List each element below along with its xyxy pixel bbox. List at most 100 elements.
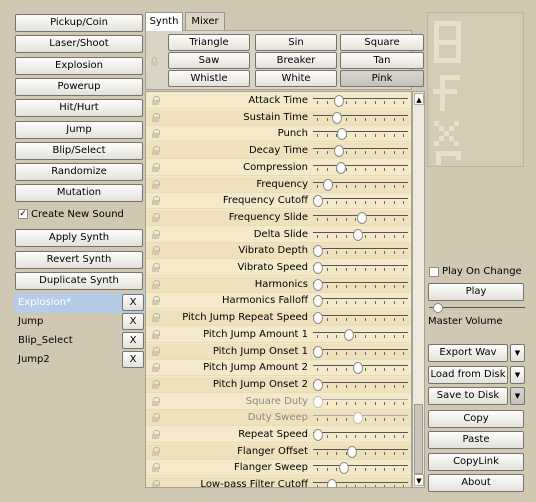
- close-icon[interactable]: X: [122, 294, 144, 311]
- slider-knob[interactable]: [323, 178, 334, 191]
- lock-icon[interactable]: [152, 112, 160, 122]
- lock-icon[interactable]: [152, 212, 160, 222]
- lock-icon[interactable]: [152, 346, 160, 356]
- laser-shoot-button[interactable]: Laser/Shoot: [15, 35, 143, 54]
- lock-icon[interactable]: [152, 146, 160, 156]
- apply-synth-button[interactable]: Apply Synth: [15, 229, 143, 247]
- slider-knob[interactable]: [357, 211, 368, 224]
- lock-icon[interactable]: [152, 396, 160, 406]
- slider-knob[interactable]: [313, 195, 323, 208]
- waveform-square-button[interactable]: Square: [340, 34, 424, 51]
- slider-knob[interactable]: [313, 262, 323, 274]
- history-item[interactable]: Jump2 X: [14, 350, 146, 370]
- close-icon[interactable]: X: [122, 313, 144, 330]
- param-slider[interactable]: [313, 245, 408, 258]
- slider-knob[interactable]: [352, 228, 363, 241]
- play-on-change-checkbox[interactable]: [429, 267, 439, 277]
- scroll-thumb[interactable]: [414, 404, 423, 474]
- param-slider[interactable]: [313, 345, 408, 358]
- jump-button[interactable]: Jump: [15, 120, 143, 139]
- copy-button[interactable]: Copy: [428, 410, 524, 428]
- lock-icon[interactable]: [152, 379, 160, 389]
- waveform-triangle-button[interactable]: Triangle: [168, 34, 250, 51]
- slider-knob[interactable]: [326, 479, 337, 487]
- lock-icon[interactable]: [152, 196, 160, 206]
- param-slider[interactable]: [313, 161, 408, 174]
- copylink-button[interactable]: CopyLink: [428, 452, 524, 471]
- lock-icon[interactable]: [152, 313, 160, 323]
- param-slider[interactable]: [313, 178, 408, 191]
- lock-icon[interactable]: [152, 96, 160, 105]
- lock-icon[interactable]: [152, 463, 160, 473]
- play-button[interactable]: Play: [428, 283, 524, 301]
- slider-knob[interactable]: [352, 362, 363, 375]
- load-from-disk-button[interactable]: Load from Disk: [428, 365, 508, 384]
- history-item[interactable]: Explosion* X: [14, 293, 146, 313]
- paste-button[interactable]: Paste: [428, 431, 524, 450]
- explosion-button[interactable]: Explosion: [15, 56, 143, 75]
- param-slider[interactable]: [313, 362, 408, 375]
- waveform-sin-button[interactable]: Sin: [255, 34, 337, 51]
- create-new-sound-checkbox[interactable]: ✓: [18, 209, 28, 219]
- slider-knob[interactable]: [334, 95, 345, 107]
- lock-icon[interactable]: [152, 162, 160, 172]
- waveform-whistle-button[interactable]: Whistle: [168, 70, 250, 87]
- param-slider[interactable]: [313, 445, 408, 458]
- mutation-button[interactable]: Mutation: [15, 184, 143, 203]
- slider-knob[interactable]: [339, 462, 350, 475]
- lock-icon[interactable]: [152, 279, 160, 289]
- lock-icon[interactable]: [152, 263, 160, 272]
- save-to-disk-button[interactable]: Save to Disk: [428, 387, 508, 405]
- param-slider[interactable]: [313, 262, 408, 274]
- param-slider[interactable]: [313, 95, 408, 107]
- randomize-button[interactable]: Randomize: [15, 163, 143, 182]
- slider-knob[interactable]: [313, 245, 323, 258]
- slider-knob[interactable]: [336, 128, 347, 141]
- param-slider[interactable]: [313, 228, 408, 241]
- lock-icon[interactable]: [152, 430, 160, 439]
- lock-icon[interactable]: [152, 179, 160, 189]
- slider-knob[interactable]: [334, 145, 345, 158]
- lock-icon[interactable]: [152, 480, 160, 487]
- slider-knob[interactable]: [313, 278, 323, 291]
- param-slider[interactable]: [313, 328, 408, 341]
- slider-knob[interactable]: [313, 345, 323, 358]
- tab-mixer[interactable]: Mixer: [185, 12, 225, 31]
- param-slider[interactable]: [313, 312, 408, 325]
- waveform-saw-button[interactable]: Saw: [168, 52, 250, 69]
- waveform-tan-button[interactable]: Tan: [340, 52, 424, 69]
- chevron-down-icon[interactable]: ▼: [510, 365, 525, 384]
- slider-knob[interactable]: [313, 312, 323, 325]
- lock-icon[interactable]: [152, 129, 160, 139]
- param-slider[interactable]: [313, 295, 408, 308]
- slider-knob[interactable]: [313, 429, 323, 441]
- param-slider[interactable]: [313, 479, 408, 487]
- param-slider[interactable]: [313, 195, 408, 208]
- slider-knob[interactable]: [331, 111, 342, 124]
- waveform-breaker-button[interactable]: Breaker: [255, 52, 337, 69]
- scroll-up-arrow-icon[interactable]: ▲: [414, 93, 424, 105]
- history-item[interactable]: Jump X: [14, 312, 146, 332]
- param-slider[interactable]: [313, 462, 408, 475]
- param-scrollbar[interactable]: ▲ ▼: [412, 91, 425, 488]
- tab-synth[interactable]: Synth: [145, 12, 183, 31]
- close-icon[interactable]: X: [122, 332, 144, 349]
- lock-icon[interactable]: [152, 329, 160, 339]
- slider-knob[interactable]: [335, 161, 346, 174]
- chevron-down-icon[interactable]: ▼: [510, 387, 525, 405]
- lock-icon[interactable]: [152, 413, 160, 423]
- param-slider[interactable]: [313, 429, 408, 441]
- hit-hurt-button[interactable]: Hit/Hurt: [15, 99, 143, 118]
- lock-icon[interactable]: [152, 446, 160, 456]
- pickup-coin-button[interactable]: Pickup/Coin: [15, 14, 143, 32]
- slider-knob[interactable]: [313, 295, 323, 308]
- waveform-pink-button[interactable]: Pink: [340, 70, 424, 87]
- about-button[interactable]: About: [428, 473, 524, 492]
- param-slider[interactable]: [313, 211, 408, 224]
- param-slider[interactable]: [313, 111, 408, 124]
- waveform-white-button[interactable]: White: [255, 70, 337, 87]
- waveform-lock-icon[interactable]: [151, 57, 158, 66]
- lock-icon[interactable]: [152, 296, 160, 306]
- powerup-button[interactable]: Powerup: [15, 77, 143, 96]
- chevron-down-icon[interactable]: ▼: [510, 344, 525, 362]
